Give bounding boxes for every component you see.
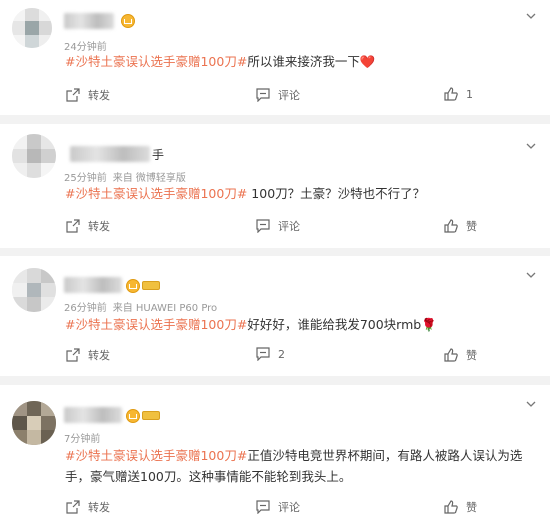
repost-button[interactable]: 转发 [66,218,110,234]
comment-card: 26分钟前 来自 HUAWEI P60 Pro #沙特土豪误认选手豪赠100刀#好… [0,256,550,376]
comment-card: 手 25分钟前 来自 微博轻享版 #沙特土豪误认选手豪赠100刀# 100刀？土豪… [0,124,550,248]
vip-badge-icon [126,409,140,423]
comment-icon [256,500,270,514]
topic-link[interactable]: #沙特土豪误认选手豪赠100刀# [65,186,247,201]
comment-content: #沙特土豪误认选手豪赠100刀#好好好，谁能给我发700块rmb🌹 [65,317,437,332]
like-button[interactable]: 赞 [444,218,477,234]
rose-emoji: 🌹 [421,317,437,332]
action-bar: 转发 评论 1 [0,87,550,107]
comment-button[interactable]: 2 [256,347,285,361]
username[interactable] [64,277,122,293]
like-button[interactable]: 1 [444,87,473,101]
comment-icon [256,88,270,102]
comment-meta: 25分钟前 来自 微博轻享版 [64,173,186,184]
chevron-down-icon[interactable] [526,270,536,280]
topic-link[interactable]: #沙特土豪误认选手豪赠100刀# [65,448,247,463]
thumbs-up-icon [444,219,458,233]
comment-content: #沙特土豪误认选手豪赠100刀#所以谁来接济我一下❤️ [65,54,376,69]
repost-icon [66,500,80,514]
action-bar: 转发 评论 赞 [0,218,550,238]
like-button[interactable]: 赞 [444,499,477,515]
comment-button[interactable]: 评论 [256,87,300,103]
comment-icon [256,347,270,361]
comment-content: #沙特土豪误认选手豪赠100刀#正值沙特电竞世界杯期间，有路人被路人误认为选手，… [65,448,523,484]
thumbs-up-icon [444,500,458,514]
comment-card: 24分钟前 #沙特土豪误认选手豪赠100刀#所以谁来接济我一下❤️ 转发 评论 … [0,0,550,115]
repost-icon [66,88,80,102]
chevron-down-icon[interactable] [526,141,536,151]
comment-meta: 26分钟前 来自 HUAWEI P60 Pro [64,303,218,314]
topic-link[interactable]: #沙特土豪误认选手豪赠100刀# [65,317,247,332]
topic-link[interactable]: #沙特土豪误认选手豪赠100刀# [65,54,247,69]
avatar[interactable] [12,134,56,178]
comment-content: #沙特土豪误认选手豪赠100刀# 100刀？土豪？沙特也不行了？ [65,186,426,201]
level-badge-icon [142,411,160,420]
action-bar: 转发 评论 赞 [0,499,550,519]
comment-button[interactable]: 评论 [256,499,300,515]
chevron-down-icon[interactable] [526,11,536,21]
level-badge-icon [142,281,160,290]
avatar[interactable] [12,268,56,312]
username-fragment: 手 [152,148,165,162]
heart-emoji: ❤️ [359,54,376,69]
thumbs-up-icon [444,348,458,362]
repost-button[interactable]: 转发 [66,87,110,103]
comment-button[interactable]: 评论 [256,218,300,234]
like-button[interactable]: 赞 [444,347,477,363]
repost-icon [66,348,80,362]
repost-icon [66,219,80,233]
repost-button[interactable]: 转发 [66,347,110,363]
comment-meta: 24分钟前 [64,42,107,53]
username[interactable] [64,13,114,29]
username[interactable] [70,146,150,162]
comment-meta: 7分钟前 [64,434,101,445]
vip-badge-icon [121,14,135,28]
username[interactable] [64,407,122,423]
chevron-down-icon[interactable] [526,399,536,409]
action-bar: 转发 2 赞 [0,347,550,367]
avatar[interactable] [12,8,52,48]
comment-card: 7分钟前 #沙特土豪误认选手豪赠100刀#正值沙特电竞世界杯期间，有路人被路人误… [0,385,550,523]
thumbs-up-icon [444,87,458,101]
repost-button[interactable]: 转发 [66,499,110,515]
avatar[interactable] [12,401,56,445]
comment-icon [256,219,270,233]
vip-badge-icon [126,279,140,293]
